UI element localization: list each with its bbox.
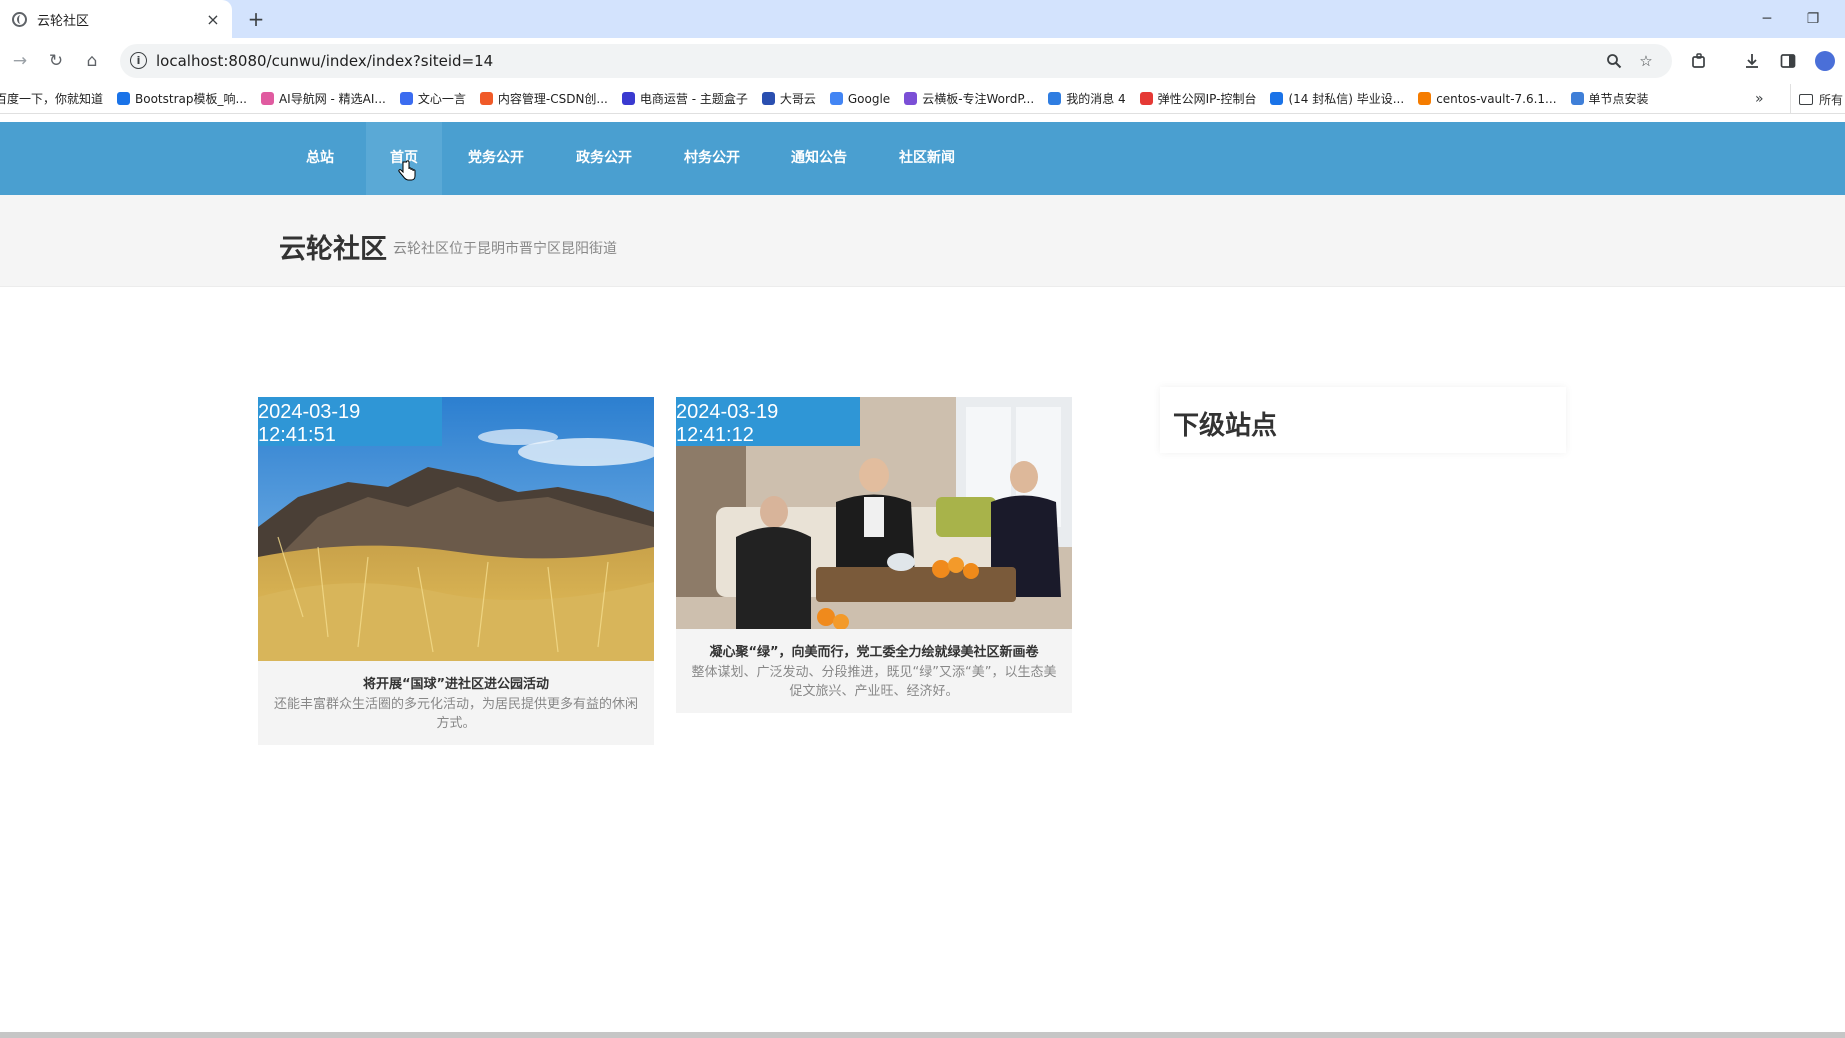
home-icon[interactable]: ⌂ [80, 49, 104, 73]
bookmark-star-icon[interactable]: ☆ [1635, 51, 1657, 71]
article-date-badge: 2024-03-19 12:41:51 [258, 397, 442, 446]
sub-sites-title: 下级站点 [1173, 411, 1278, 441]
site-hero: 云轮社区 云轮社区位于昆明市晋宁区昆阳街道 [0, 195, 1845, 287]
article-image[interactable]: 2024-03-19 12:41:51 [258, 397, 654, 661]
reload-icon[interactable]: ↻ [44, 49, 68, 73]
bookmark-label: 云横板-专注WordP... [922, 92, 1035, 106]
all-bookmarks-button[interactable]: 所有 [1790, 84, 1845, 113]
site-title: 云轮社区 [279, 234, 387, 265]
browser-tabstrip: 云轮社区 × + ─ ❐ [0, 0, 1845, 38]
bookmark-label: (14 封私信) 毕业设... [1288, 92, 1405, 106]
bookmark-item[interactable]: 文心一言 [393, 90, 473, 107]
zoom-icon[interactable] [1603, 51, 1625, 71]
minimize-icon[interactable]: ─ [1752, 6, 1782, 32]
bookmark-item[interactable]: 大哥云 [755, 90, 823, 107]
article-description: 整体谋划、广泛发动、分段推进，既见“绿”又添“美”，以生态美促文旅兴、产业旺、经… [691, 665, 1057, 699]
bookmarks-list: 百度一下，你就知道 Bootstrap模板_响... AI导航网 - 精选AI...… [0, 90, 1656, 107]
bookmark-label: Google [847, 91, 891, 106]
nav-item-government-affairs[interactable]: 政务公开 [564, 122, 644, 195]
tab-title: 云轮社区 [37, 13, 90, 29]
site-navbar: 总站 首页 党务公开 政务公开 村务公开 通知公告 社区新闻 [0, 122, 1845, 195]
bookmark-item[interactable]: (14 封私信) 毕业设... [1263, 90, 1411, 107]
nav-item-community-news[interactable]: 社区新闻 [887, 122, 967, 195]
profile-avatar[interactable] [1813, 49, 1837, 73]
article-date-badge: 2024-03-19 12:41:12 [676, 397, 860, 446]
bookmark-label: 内容管理-CSDN创... [497, 92, 608, 106]
browser-tab[interactable]: 云轮社区 × [0, 0, 232, 38]
article-card[interactable]: 2024-03-19 12:41:51 将开展“国球”进社区进公园活动 还能丰富… [258, 397, 654, 745]
bookmark-item[interactable]: 云横板-专注WordP... [897, 90, 1041, 107]
bookmark-label: centos-vault-7.6.1... [1436, 91, 1557, 106]
bookmark-favicon-icon [1570, 92, 1584, 105]
article-image[interactable]: 2024-03-19 12:41:12 [676, 397, 1072, 629]
bookmark-favicon-icon [829, 92, 843, 105]
bookmark-favicon-icon [117, 92, 131, 105]
bookmark-label: 大哥云 [779, 92, 816, 106]
site-info-icon[interactable]: i [130, 52, 147, 69]
bookmark-item[interactable]: AI导航网 - 精选AI... [254, 90, 393, 107]
bookmark-item[interactable]: 电商运营 - 主题盒子 [615, 90, 755, 107]
bookmark-favicon-icon [904, 92, 918, 105]
site-subtitle: 云轮社区位于昆明市晋宁区昆阳街道 [393, 241, 617, 257]
article-title[interactable]: 凝心聚“绿”，向美而行，党工委全力绘就绿美社区新画卷 [676, 641, 1072, 660]
bookmark-item[interactable]: 百度一下，你就知道 [0, 90, 110, 107]
bookmark-favicon-icon [1048, 92, 1062, 105]
bookmark-item[interactable]: Bootstrap模板_响... [110, 90, 254, 107]
bookmark-favicon-icon [1270, 92, 1284, 105]
nav-item-notices[interactable]: 通知公告 [779, 122, 859, 195]
bookmark-item[interactable]: centos-vault-7.6.1... [1411, 92, 1563, 106]
globe-icon [12, 11, 27, 27]
bookmark-label: 单节点安装 [1588, 92, 1649, 106]
browser-toolbar: → ↻ ⌂ i localhost:8080/cunwu/index/index… [0, 38, 1845, 84]
sub-sites-panel: 下级站点 [1160, 387, 1566, 453]
nav-item-main-site[interactable]: 总站 [290, 122, 350, 195]
bookmark-label: Bootstrap模板_响... [135, 92, 247, 106]
bookmark-label: 文心一言 [417, 92, 466, 106]
bookmark-label: 电商运营 - 主题盒子 [639, 92, 748, 106]
forward-icon[interactable]: → [8, 49, 32, 73]
bookmarks-bar: 百度一下，你就知道 Bootstrap模板_响... AI导航网 - 精选AI...… [0, 84, 1845, 114]
url-text[interactable]: localhost:8080/cunwu/index/index?siteid=… [156, 44, 493, 78]
article-card[interactable]: 2024-03-19 12:41:12 凝心聚“绿”，向美而行，党工委全力绘就绿… [676, 397, 1072, 713]
bookmark-label: 我的消息 4 [1066, 92, 1126, 106]
article-title[interactable]: 将开展“国球”进社区进公园活动 [258, 673, 654, 692]
nav-item-party-affairs[interactable]: 党务公开 [456, 122, 536, 195]
download-icon[interactable] [1740, 49, 1764, 73]
extensions-icon[interactable] [1687, 49, 1711, 73]
article-description: 还能丰富群众生活圈的多元化活动，为居民提供更多有益的休闲方式。 [273, 697, 638, 731]
bookmark-favicon-icon [621, 92, 635, 105]
folder-icon [1799, 93, 1813, 105]
new-tab-button[interactable]: + [244, 7, 268, 31]
side-panel-icon[interactable] [1776, 49, 1800, 73]
nav-item-home[interactable]: 首页 [366, 122, 442, 195]
bookmark-favicon-icon [761, 92, 775, 105]
bookmark-favicon-icon [399, 92, 413, 105]
bookmark-favicon-icon [1418, 92, 1432, 105]
bookmark-item[interactable]: 单节点安装 [1564, 90, 1656, 107]
address-bar[interactable]: i localhost:8080/cunwu/index/index?sitei… [120, 44, 1672, 78]
bookmark-favicon-icon [1139, 92, 1153, 105]
restore-icon[interactable]: ❐ [1798, 6, 1828, 32]
all-bookmarks-label: 所有 [1819, 92, 1844, 107]
bookmark-item[interactable]: 我的消息 4 [1041, 90, 1132, 107]
bookmark-item[interactable]: Google [823, 92, 897, 106]
hand-cursor-icon [398, 160, 416, 181]
more-bookmarks-icon[interactable]: » [1745, 84, 1774, 113]
bookmark-label: 百度一下，你就知道 [0, 92, 104, 106]
bookmark-label: AI导航网 - 精选AI... [278, 92, 386, 106]
bookmark-label: 弹性公网IP-控制台 [1157, 92, 1257, 106]
nav-item-village-affairs[interactable]: 村务公开 [672, 122, 752, 195]
bookmark-favicon-icon [260, 92, 274, 105]
page-viewport: 总站 首页 党务公开 政务公开 村务公开 通知公告 社区新闻 云轮社区 云轮社区… [0, 114, 1845, 1038]
close-tab-icon[interactable]: × [202, 8, 224, 30]
bookmark-item[interactable]: 内容管理-CSDN创... [473, 90, 615, 107]
bookmark-favicon-icon [479, 92, 493, 105]
horizontal-scrollbar[interactable] [0, 1032, 1845, 1038]
bookmark-item[interactable]: 弹性公网IP-控制台 [1133, 90, 1264, 107]
